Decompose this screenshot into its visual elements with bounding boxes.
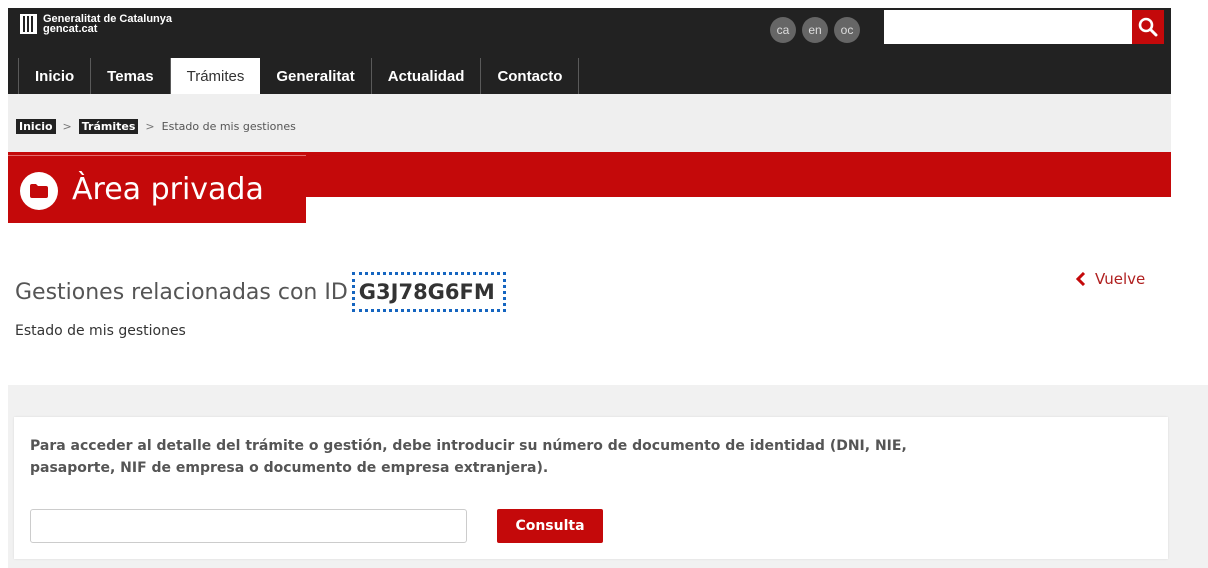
page-title-prefix: Gestiones relacionadas con ID [15, 279, 348, 305]
breadcrumb-separator: > [145, 120, 155, 133]
page-title: Gestiones relacionadas con ID G3J78G6FM [15, 272, 506, 312]
site-header: Generalitat de Catalunya gencat.cat ca e… [8, 8, 1171, 94]
nav-inicio[interactable]: Inicio [18, 58, 92, 94]
breadcrumb-tramites[interactable]: Trámites [78, 119, 139, 134]
breadcrumb-inicio[interactable]: Inicio [16, 119, 56, 134]
search-input[interactable] [884, 10, 1132, 44]
breadcrumb-separator: > [62, 120, 72, 133]
lang-ca[interactable]: ca [770, 17, 796, 43]
search-icon [1138, 17, 1158, 37]
language-switcher: ca en oc [770, 17, 860, 43]
document-id-input[interactable] [30, 509, 467, 543]
main-nav: Inicio Temas Trámites Generalitat Actual… [18, 58, 580, 94]
query-card: Para acceder al detalle del trámite o ge… [14, 417, 1168, 559]
consulta-button[interactable]: Consulta [497, 509, 603, 543]
chevron-left-icon [1075, 272, 1086, 286]
instructions-text: Para acceder al detalle del trámite o ge… [30, 438, 907, 476]
lang-oc[interactable]: oc [834, 17, 860, 43]
section-title-tab: Àrea privada [8, 155, 306, 223]
nav-tramites[interactable]: Trámites [170, 58, 261, 94]
nav-temas[interactable]: Temas [91, 58, 171, 94]
breadcrumb-current: Estado de mis gestiones [161, 120, 296, 133]
breadcrumb: Inicio > Trámites > Estado de mis gestio… [8, 94, 1171, 152]
back-link[interactable]: Vuelve [1075, 270, 1145, 288]
search-button[interactable] [1132, 10, 1164, 44]
nav-contacto[interactable]: Contacto [481, 58, 580, 94]
gencat-logo[interactable]: Generalitat de Catalunya gencat.cat [20, 14, 172, 35]
page-subtitle: Estado de mis gestiones [15, 323, 186, 339]
folder-icon [20, 172, 58, 210]
lang-en[interactable]: en [802, 17, 828, 43]
page-section-title: Àrea privada [72, 172, 264, 207]
logo-line2: gencat.cat [43, 23, 98, 35]
nav-actualidad[interactable]: Actualidad [372, 58, 482, 94]
coat-of-arms-icon [20, 14, 37, 34]
back-label: Vuelve [1095, 270, 1146, 288]
nav-generalitat[interactable]: Generalitat [260, 58, 372, 94]
procedure-id: G3J78G6FM [351, 272, 506, 312]
